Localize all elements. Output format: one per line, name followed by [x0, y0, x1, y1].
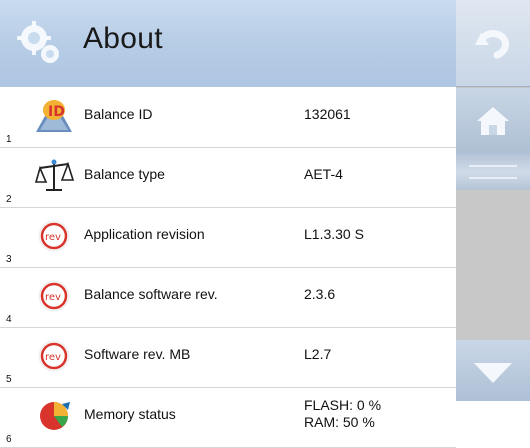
row-number: 3 [6, 254, 12, 265]
sidebar [456, 0, 530, 401]
undo-icon [475, 30, 509, 59]
rev-icon: rev [32, 216, 76, 256]
rev-icon: rev [32, 276, 76, 316]
flash-value: FLASH: 0 % [304, 397, 382, 413]
info-list: ID Balance ID 132061 1 Balance type AET-… [0, 88, 456, 448]
svg-text:rev: rev [45, 352, 61, 363]
memory-status-icon [32, 396, 76, 436]
row-label: Memory status [84, 406, 176, 422]
gears-icon [17, 21, 59, 63]
row-label: Application revision [84, 226, 205, 242]
row-number: 6 [6, 434, 12, 445]
row-value: L1.3.30 S [304, 226, 364, 242]
row-value: L2.7 [304, 346, 332, 362]
row-label: Balance software rev. [84, 286, 218, 302]
row-number: 2 [6, 194, 12, 205]
row-label: Balance type [84, 166, 165, 182]
scroll-track[interactable] [456, 190, 530, 340]
row-label: Software rev. MB [84, 346, 191, 362]
svg-text:rev: rev [45, 292, 61, 303]
home-icon [477, 107, 509, 135]
row-value: 132061 [304, 106, 351, 122]
list-item[interactable]: Balance type AET-4 2 [0, 148, 456, 208]
home-button[interactable] [456, 88, 530, 154]
list-item[interactable]: rev Software rev. MB L2.7 5 [0, 328, 456, 388]
balance-id-icon: ID [32, 96, 76, 136]
row-value: 2.3.6 [304, 286, 336, 302]
back-button[interactable] [456, 0, 530, 87]
row-number: 4 [6, 314, 12, 325]
list-item[interactable]: rev Balance software rev. 2.3.6 4 [0, 268, 456, 328]
row-number: 1 [6, 134, 12, 145]
header: About [0, 0, 456, 87]
scroll-grip-icon [469, 165, 517, 179]
list-item[interactable]: Memory status FLASH: 0 % RAM: 50 % 6 [0, 388, 456, 448]
ram-value: RAM: 50 % [304, 414, 375, 430]
scroll-down-button[interactable] [456, 340, 530, 401]
balance-type-icon [32, 156, 76, 196]
svg-text:ID: ID [48, 104, 65, 120]
rev-icon: rev [32, 336, 76, 376]
row-value: FLASH: 0 % RAM: 50 % [304, 397, 381, 431]
list-item[interactable]: rev Application revision L1.3.30 S 3 [0, 208, 456, 268]
arrow-down-icon [474, 362, 512, 383]
list-item[interactable]: ID Balance ID 132061 1 [0, 88, 456, 148]
svg-text:rev: rev [45, 232, 61, 243]
row-label: Balance ID [84, 106, 153, 122]
row-value: AET-4 [304, 166, 343, 182]
row-number: 5 [6, 374, 12, 385]
page-title: About [83, 22, 163, 55]
scroll-handle[interactable] [456, 154, 530, 190]
